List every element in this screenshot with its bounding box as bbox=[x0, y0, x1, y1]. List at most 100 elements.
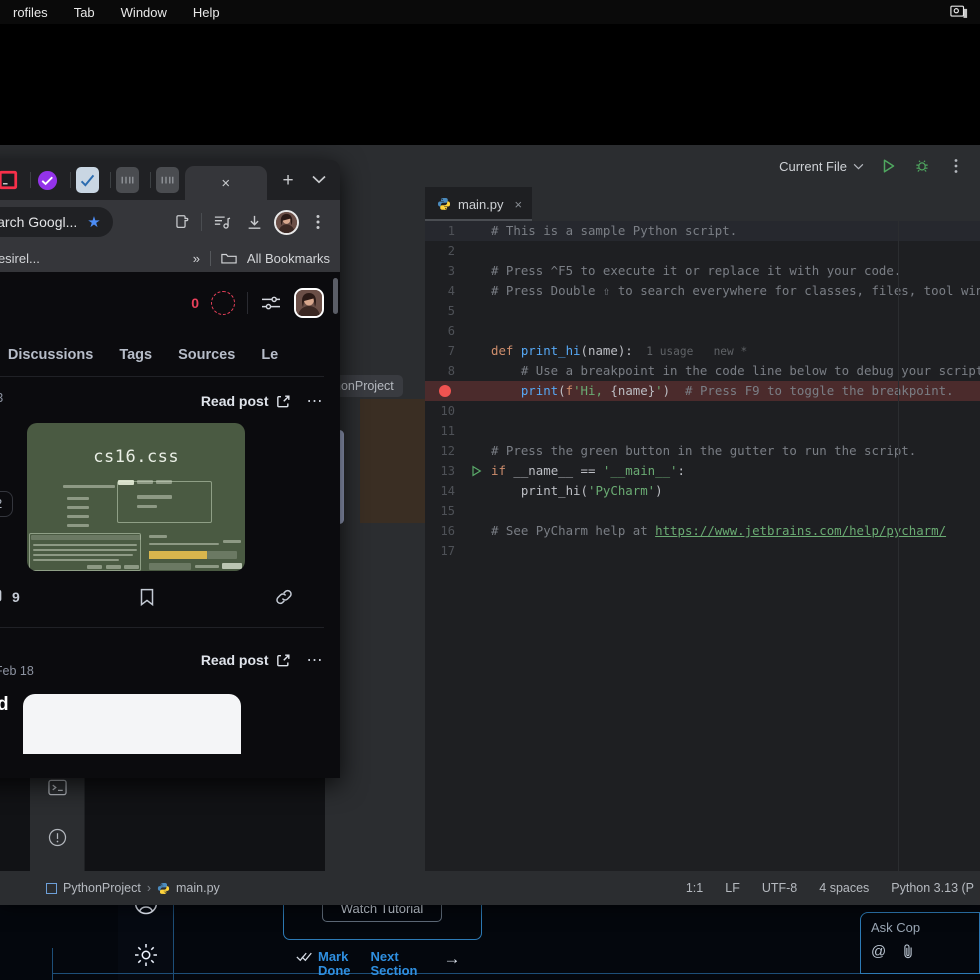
terminal-icon[interactable] bbox=[45, 775, 69, 799]
tab-search-chevron-down-icon[interactable] bbox=[305, 164, 332, 194]
gutter-slot bbox=[465, 381, 487, 401]
post-title-line-1[interactable]: d on bbox=[0, 427, 13, 452]
code-line[interactable]: 14 print_hi('PyCharm') bbox=[425, 481, 980, 501]
code-line[interactable]: 7 def print_hi(name): 1 usage new * bbox=[425, 341, 980, 361]
profile-avatar[interactable] bbox=[272, 208, 300, 236]
menu-item-window[interactable]: Window bbox=[108, 5, 180, 20]
code-line[interactable]: 3 # Press ^F5 to execute it or replace it… bbox=[425, 261, 980, 281]
nav-tab-discussions[interactable]: Discussions bbox=[8, 347, 93, 363]
at-icon[interactable]: @ bbox=[871, 943, 886, 960]
editor-tab-main-py[interactable]: main.py × bbox=[425, 187, 533, 221]
line-separator[interactable]: LF bbox=[725, 881, 740, 895]
gutter-slot bbox=[465, 281, 487, 301]
debug-bug-icon[interactable] bbox=[912, 156, 932, 176]
active-tab[interactable]: × bbox=[184, 166, 267, 200]
indent-setting[interactable]: 4 spaces bbox=[819, 881, 869, 895]
problems-icon[interactable] bbox=[45, 825, 69, 849]
share-link-button[interactable] bbox=[274, 587, 294, 607]
code-text: print(f'Hi, {name}') # Press F9 to toggl… bbox=[520, 383, 954, 398]
code-line[interactable]: print(f'Hi, {name}') # Press F9 to toggl… bbox=[425, 381, 980, 401]
menu-item-profiles[interactable]: rofiles bbox=[0, 5, 61, 20]
post-more-options[interactable]: ⋯ bbox=[307, 650, 325, 670]
code-line[interactable]: 2 bbox=[425, 241, 980, 261]
code-line[interactable]: 8 # Use a breakpoint in the code line be… bbox=[425, 361, 980, 381]
next-section-button[interactable]: Next Section bbox=[371, 950, 418, 977]
code-line[interactable]: 11 bbox=[425, 421, 980, 441]
bookmarks-overflow-icon[interactable]: » bbox=[193, 251, 200, 266]
pinned-tab-jetbrains-icon[interactable] bbox=[0, 167, 19, 193]
read-post-link[interactable]: Read post bbox=[201, 652, 291, 668]
pinned-tab-blue-check-icon[interactable] bbox=[75, 167, 99, 193]
menu-item-tab[interactable]: Tab bbox=[61, 5, 108, 20]
pinned-tab-purple-check-icon[interactable] bbox=[36, 167, 59, 193]
bookmark-item[interactable]: y.dev | desirel... bbox=[0, 251, 40, 266]
ask-copilot-box[interactable]: Ask Cop @ bbox=[860, 912, 980, 974]
code-line[interactable]: 16 # See PyCharm help at https://www.jetb… bbox=[425, 521, 980, 541]
address-bar[interactable]: Search Googl... ★ bbox=[0, 207, 113, 237]
breadcrumb-file[interactable]: main.py bbox=[176, 881, 220, 895]
code-line[interactable]: 5 bbox=[425, 301, 980, 321]
extensions-icon[interactable] bbox=[167, 208, 195, 236]
post-more-options[interactable]: ⋯ bbox=[307, 391, 325, 411]
code-line[interactable]: 1 # This is a sample Python script. bbox=[425, 221, 980, 241]
reading-list-icon[interactable] bbox=[208, 208, 236, 236]
code-line[interactable]: 17 bbox=[425, 541, 980, 561]
caret-position[interactable]: 1:1 bbox=[686, 881, 703, 895]
downloads-icon[interactable] bbox=[240, 208, 268, 236]
bell-ring-icon[interactable] bbox=[211, 291, 235, 315]
bookmark-button[interactable] bbox=[139, 587, 155, 607]
post-title-fragment[interactable]: uls bbox=[0, 638, 34, 660]
code-text: # This is a sample Python script. bbox=[491, 223, 738, 238]
code-line[interactable]: 10 bbox=[425, 401, 980, 421]
all-bookmarks-label[interactable]: All Bookmarks bbox=[247, 251, 330, 266]
run-triangle-icon[interactable] bbox=[878, 156, 898, 176]
gear-icon[interactable] bbox=[131, 940, 161, 970]
paperclip-icon[interactable] bbox=[902, 943, 914, 960]
more-vertical-icon[interactable] bbox=[304, 208, 332, 236]
link-icon bbox=[274, 587, 294, 607]
pinned-tab-gray-icon-1[interactable] bbox=[115, 167, 139, 193]
code-line[interactable]: 13 if __name__ == '__main__': bbox=[425, 461, 980, 481]
post-title-line-2[interactable]: 6 UI bbox=[0, 452, 13, 477]
menu-item-help[interactable]: Help bbox=[180, 5, 233, 20]
pinned-tab-gray-icon-2[interactable] bbox=[155, 167, 179, 193]
bookmark-star-icon[interactable]: ★ bbox=[87, 213, 100, 231]
nav-tab-sources[interactable]: Sources bbox=[178, 347, 235, 363]
read-post-link[interactable]: Read post bbox=[201, 393, 291, 409]
avatar[interactable] bbox=[294, 288, 324, 318]
code-editor[interactable]: 1 # This is a sample Python script. 2 3 # Pr… bbox=[425, 221, 980, 871]
code-line[interactable]: 4 # Press Double ⇧ to search everywhere f… bbox=[425, 281, 980, 301]
new-tab-button[interactable]: + bbox=[275, 166, 302, 196]
post-thumbnail[interactable] bbox=[22, 694, 241, 754]
run-configuration-label: Current File bbox=[779, 158, 847, 174]
post-thumbnail[interactable]: cs16.css bbox=[27, 423, 246, 571]
sliders-icon[interactable] bbox=[260, 294, 282, 312]
nav-tab-tags[interactable]: Tags bbox=[119, 347, 152, 363]
breakpoint-icon[interactable] bbox=[439, 385, 451, 397]
close-icon[interactable]: × bbox=[221, 175, 230, 192]
breadcrumb[interactable]: PythonProject › main.py bbox=[0, 881, 220, 895]
comments-button[interactable]: 9 bbox=[0, 588, 20, 607]
run-gutter-icon[interactable] bbox=[465, 461, 487, 481]
gutter-slot bbox=[465, 521, 487, 541]
next-arrow-icon[interactable]: → bbox=[443, 950, 460, 968]
code-line[interactable]: 6 bbox=[425, 321, 980, 341]
run-configuration-selector[interactable]: Current File bbox=[779, 159, 864, 174]
file-encoding[interactable]: UTF-8 bbox=[762, 881, 797, 895]
tag-pill-more[interactable]: +2 bbox=[0, 491, 14, 517]
code-line[interactable]: 12 # Press the green button in the gutter… bbox=[425, 441, 980, 461]
line-number: 6 bbox=[447, 324, 455, 338]
more-vertical-icon[interactable] bbox=[946, 156, 966, 176]
breadcrumb-project[interactable]: PythonProject bbox=[63, 881, 141, 895]
page-scrollbar[interactable] bbox=[333, 278, 338, 314]
nav-tab-le[interactable]: Le bbox=[261, 347, 278, 363]
screen-sharing-icon[interactable] bbox=[950, 5, 980, 20]
close-icon[interactable]: × bbox=[515, 197, 523, 212]
gutter-slot bbox=[465, 321, 487, 341]
python-interpreter[interactable]: Python 3.13 (P bbox=[891, 881, 974, 895]
line-number: 3 bbox=[447, 264, 455, 278]
code-line[interactable]: 15 bbox=[425, 501, 980, 521]
post-title-line-1[interactable]: to build bbox=[0, 694, 9, 754]
mark-done-button[interactable]: Mark Done bbox=[296, 950, 351, 977]
